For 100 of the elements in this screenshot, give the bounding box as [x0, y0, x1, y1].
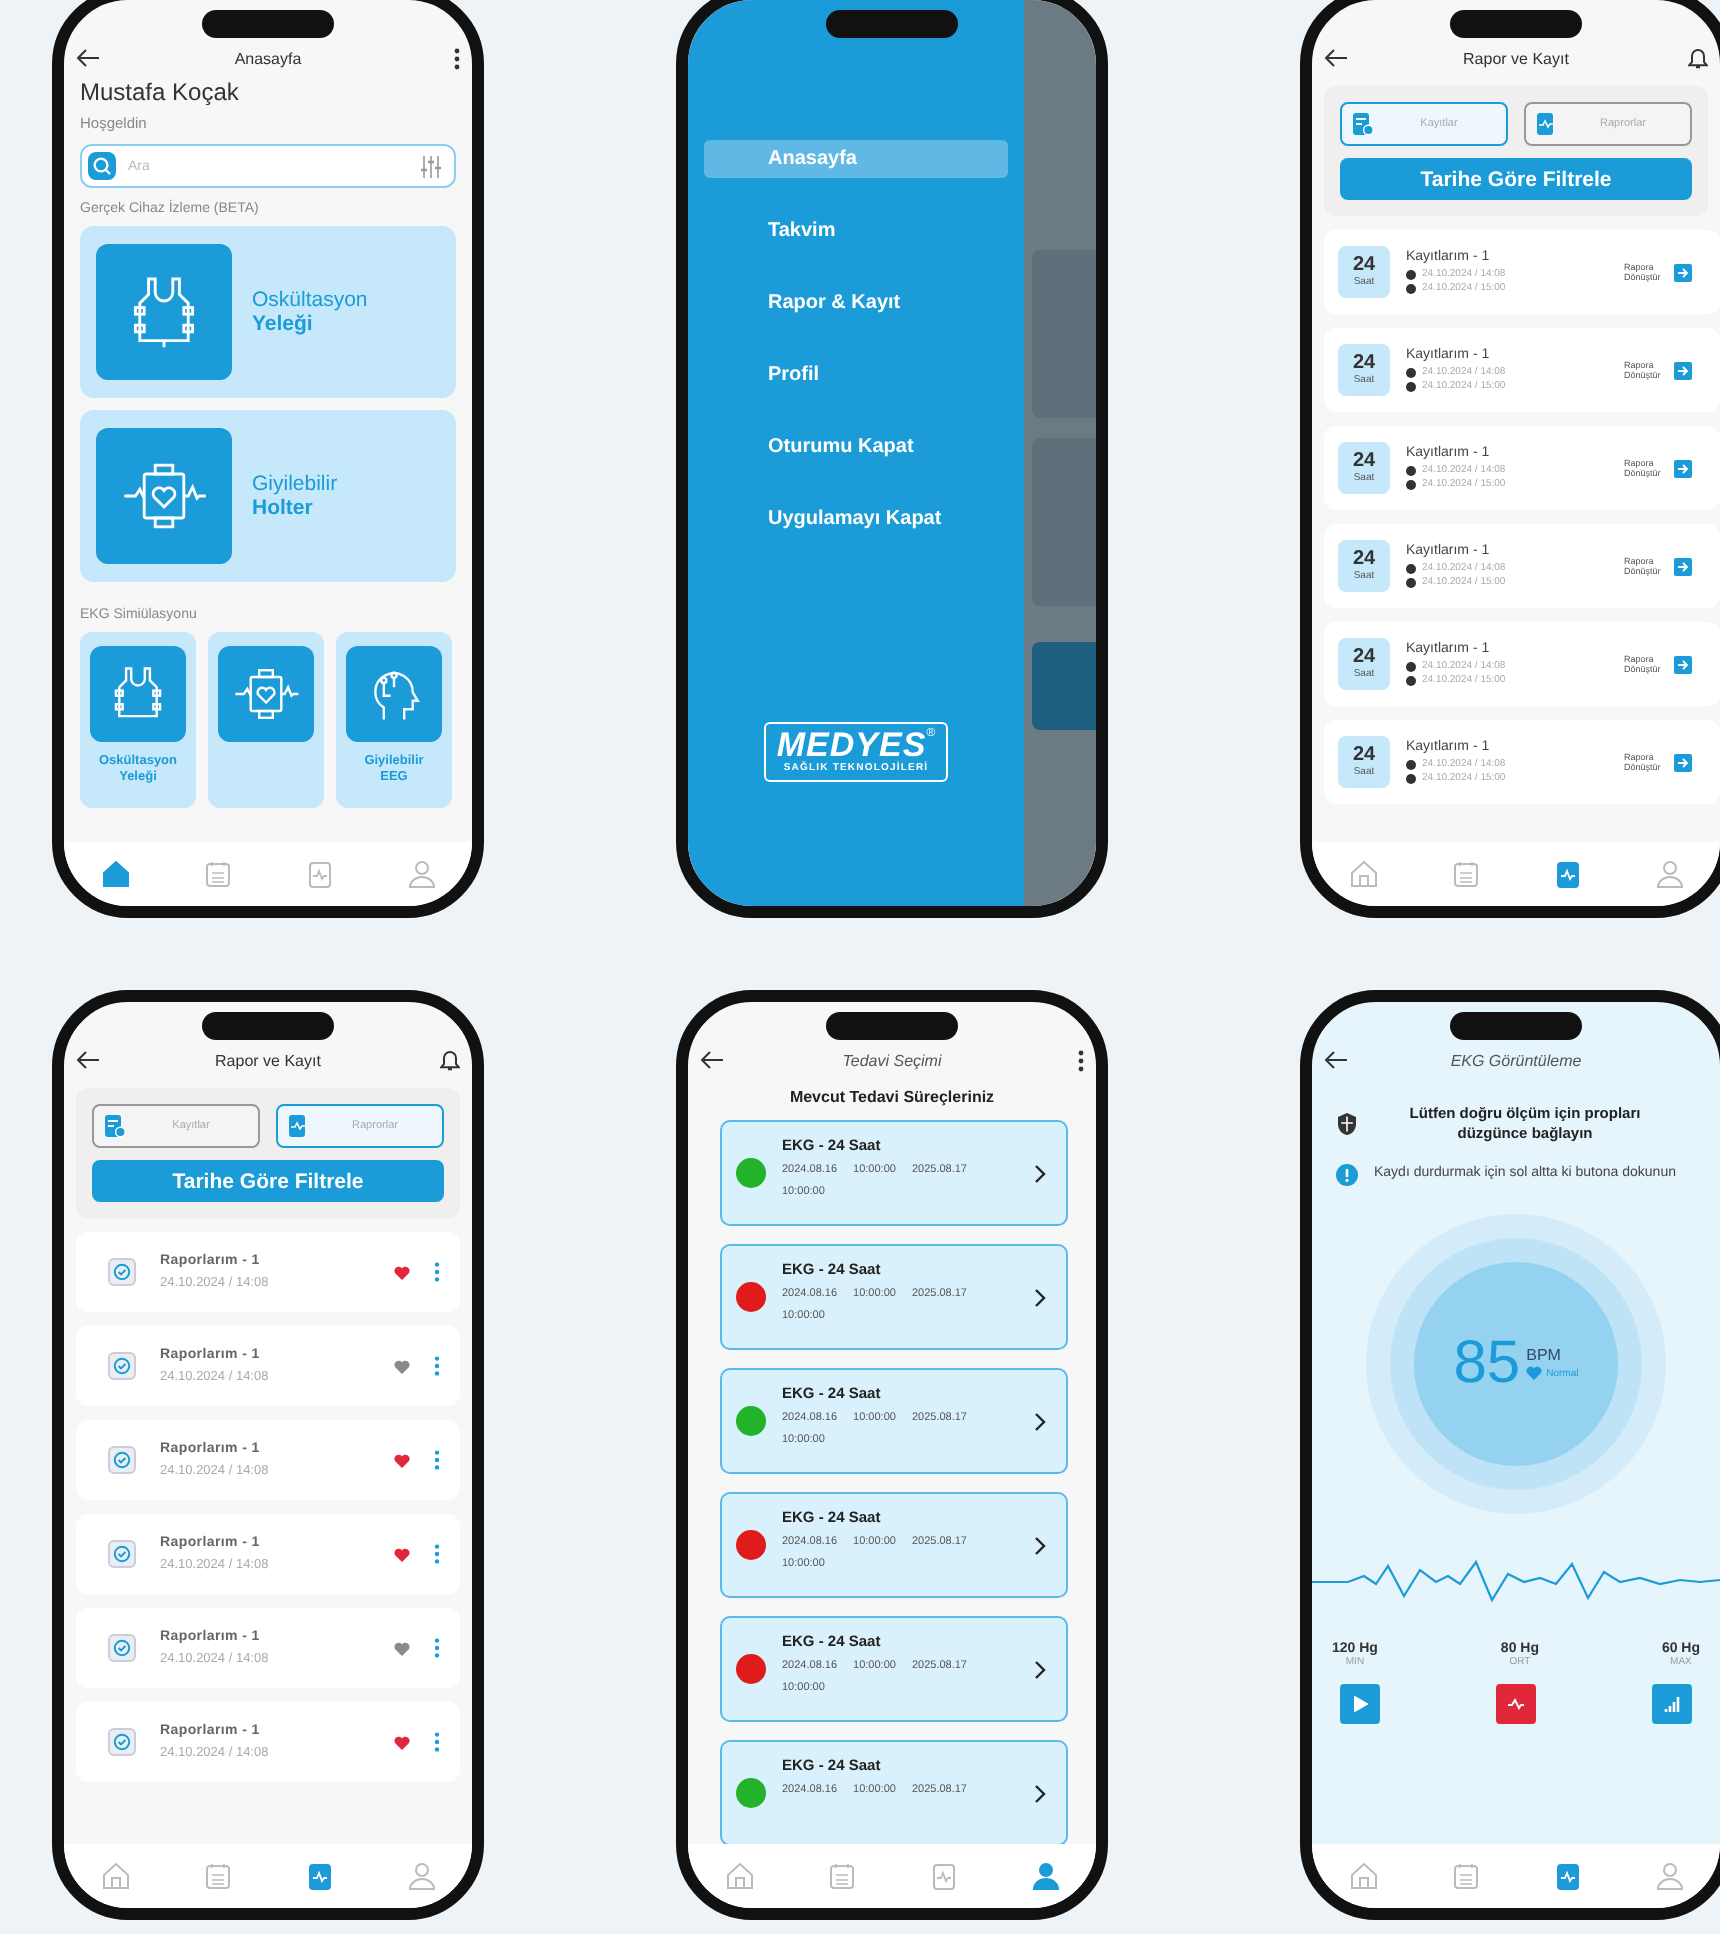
calendar-icon[interactable] — [827, 1862, 855, 1890]
chart-icon[interactable] — [1553, 1862, 1581, 1890]
user-name: Mustafa Koçak — [80, 78, 241, 106]
home-icon[interactable] — [101, 1862, 129, 1890]
camera-notch — [1450, 1012, 1582, 1040]
check-icon — [108, 1728, 136, 1756]
duration-value: 24 — [1352, 354, 1376, 374]
duration-value: 24 — [1352, 550, 1376, 570]
screen-title: EKG Görüntüleme — [1448, 1051, 1584, 1069]
duration-value: 24 — [1352, 452, 1376, 472]
home-icon[interactable] — [1349, 860, 1377, 888]
check-icon — [108, 1446, 136, 1474]
heart-icon[interactable] — [394, 1641, 410, 1655]
menu-item[interactable]: Takvim — [704, 212, 1008, 250]
more-menu-icon[interactable] — [1078, 1049, 1084, 1071]
menu-item[interactable]: Profil — [704, 356, 1008, 394]
home-icon[interactable] — [725, 1862, 753, 1890]
duration-value: 24 — [1352, 648, 1376, 668]
pulse-icon — [1506, 1693, 1526, 1713]
chart-icon[interactable] — [305, 860, 333, 888]
filter-button[interactable]: Tarihe Göre Filtrele — [92, 1160, 444, 1202]
chevron-right-icon — [1034, 1411, 1046, 1431]
check-icon — [108, 1258, 136, 1286]
calendar-icon[interactable] — [1451, 860, 1479, 888]
play-icon — [1350, 1693, 1370, 1713]
section-heading: Mevcut Tedavi Süreçleriniz — [787, 1088, 997, 1106]
heart-icon[interactable] — [394, 1359, 410, 1373]
document-pulse-icon — [1536, 112, 1558, 136]
check-icon — [108, 1634, 136, 1662]
document-pulse-icon — [288, 1114, 310, 1138]
bpm-unit: BPM — [1526, 1346, 1563, 1364]
duration-value: 24 — [1352, 746, 1376, 766]
profile-icon[interactable] — [407, 1862, 435, 1890]
chart-icon[interactable] — [929, 1862, 957, 1890]
info-icon — [1336, 1163, 1358, 1185]
filter-icon[interactable] — [420, 155, 442, 177]
export-icon — [1674, 753, 1692, 771]
check-icon — [108, 1352, 136, 1380]
screen-title: Anasayfa — [232, 49, 304, 67]
camera-notch — [826, 10, 958, 38]
chart-icon[interactable] — [305, 1862, 333, 1890]
vest-icon — [90, 646, 186, 742]
back-arrow-icon[interactable] — [1324, 48, 1348, 68]
export-icon — [1674, 263, 1692, 281]
back-arrow-icon[interactable] — [76, 48, 100, 68]
heart-monitor-icon — [218, 646, 314, 742]
search-icon[interactable] — [88, 152, 116, 180]
heart-monitor-icon — [96, 428, 232, 564]
heart-icon[interactable] — [394, 1735, 410, 1749]
device-name: Holter — [252, 496, 315, 520]
play-button[interactable] — [1340, 1683, 1380, 1723]
profile-icon[interactable] — [1655, 860, 1683, 888]
device-name: Giyilebilir — [252, 472, 338, 496]
bpm-value: 85 — [1453, 1333, 1521, 1393]
home-icon[interactable] — [101, 860, 129, 888]
menu-item[interactable]: Uygulamayı Kapat — [704, 500, 1008, 538]
bell-icon[interactable] — [440, 1049, 460, 1071]
chart-button[interactable] — [1652, 1683, 1692, 1723]
profile-icon[interactable] — [1655, 1862, 1683, 1890]
shield-icon — [1336, 1111, 1358, 1136]
heart-icon[interactable] — [394, 1547, 410, 1561]
profile-icon[interactable] — [407, 860, 435, 888]
chevron-right-icon — [1034, 1783, 1046, 1803]
vest-icon — [96, 244, 232, 380]
signal-bars-icon — [1662, 1693, 1682, 1713]
camera-notch — [826, 1012, 958, 1040]
device-name: Oskültasyon — [252, 288, 368, 312]
chevron-right-icon — [1034, 1659, 1046, 1679]
dimmed-card — [1032, 642, 1096, 730]
document-check-icon — [1352, 112, 1374, 136]
simulation-card[interactable] — [208, 632, 324, 808]
calendar-icon[interactable] — [1451, 1862, 1479, 1890]
heart-icon — [1526, 1366, 1543, 1380]
export-icon — [1674, 655, 1692, 673]
duration-value: 24 — [1352, 256, 1376, 276]
back-arrow-icon[interactable] — [76, 1050, 100, 1070]
calendar-icon[interactable] — [203, 860, 231, 888]
camera-notch — [1450, 10, 1582, 38]
heart-icon[interactable] — [394, 1265, 410, 1279]
check-icon — [108, 1540, 136, 1568]
bell-icon[interactable] — [1688, 47, 1708, 69]
menu-item[interactable]: Oturumu Kapat — [704, 428, 1008, 466]
home-icon[interactable] — [1349, 1862, 1377, 1890]
more-menu-icon[interactable] — [454, 47, 460, 69]
chevron-right-icon — [1034, 1287, 1046, 1307]
export-icon — [1674, 557, 1692, 575]
screen-title: Rapor ve Kayıt — [213, 1051, 323, 1069]
screen-title: Rapor ve Kayıt — [1461, 49, 1571, 67]
back-arrow-icon[interactable] — [1324, 1050, 1348, 1070]
heart-icon[interactable] — [394, 1453, 410, 1467]
back-arrow-icon[interactable] — [700, 1050, 724, 1070]
calendar-icon[interactable] — [203, 1862, 231, 1890]
screen-title: Tedavi Seçimi — [840, 1051, 944, 1069]
filter-button[interactable]: Tarihe Göre Filtrele — [1340, 158, 1692, 200]
camera-notch — [202, 10, 334, 38]
camera-notch — [202, 1012, 334, 1040]
menu-item[interactable]: Rapor & Kayıt — [704, 284, 1008, 322]
ecg-button[interactable] — [1496, 1683, 1536, 1723]
profile-icon[interactable] — [1031, 1862, 1059, 1890]
chart-icon[interactable] — [1553, 860, 1581, 888]
